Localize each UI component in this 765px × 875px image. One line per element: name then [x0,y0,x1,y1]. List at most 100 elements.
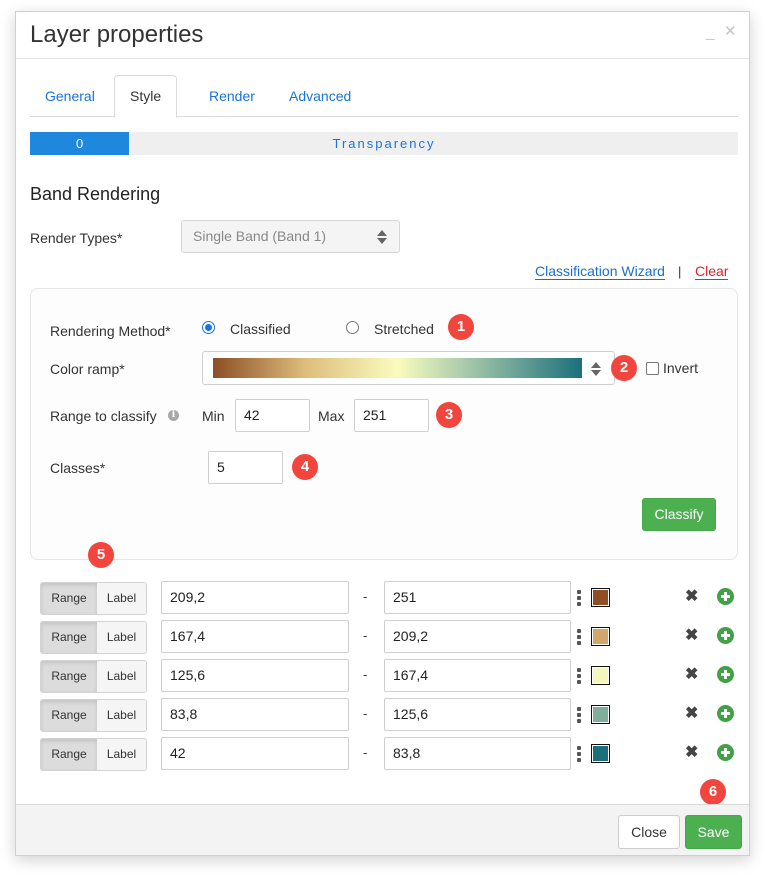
range-label-toggle: Range Label [40,699,147,732]
dialog-title: Layer properties [30,21,204,48]
tab-style[interactable]: Style [114,75,178,118]
classification-wizard-link[interactable]: Classification Wizard [535,263,665,280]
add-icon[interactable] [717,588,734,605]
close-icon[interactable]: ✕ [724,22,737,40]
band-rendering-title: Band Rendering [30,184,161,204]
add-icon[interactable] [717,744,734,761]
drag-handle-icon[interactable] [577,707,581,723]
tab-general[interactable]: General [30,75,110,117]
transparency-slider[interactable]: Transparency 0 [30,132,738,155]
render-types-label: Render Types* [30,230,123,246]
classified-label[interactable]: Classified [230,321,291,337]
dialog-footer: Close Save [16,804,749,855]
dialog-header: Layer properties _ ✕ [16,12,749,59]
classified-radio[interactable] [202,321,215,334]
invert-label[interactable]: Invert [663,360,698,376]
swatch-color [593,590,608,605]
swatch-color [593,629,608,644]
range-from-input[interactable]: 125,6 [161,659,349,692]
add-icon[interactable] [717,705,734,722]
transparency-value[interactable]: 0 [30,132,130,155]
range-label-toggle: Range Label [40,660,147,693]
swatch-color [593,707,608,722]
label-toggle-button[interactable]: Label [97,583,146,614]
color-swatch[interactable] [591,666,610,685]
swatch-color [593,668,608,683]
classes-label: Classes* [50,460,106,476]
delete-icon[interactable]: ✖ [685,744,698,762]
range-from-input[interactable]: 209,2 [161,581,349,614]
min-label: Min [202,408,225,424]
add-icon[interactable] [717,627,734,644]
render-types-select[interactable]: Single Band (Band 1) [181,220,400,253]
stretched-label[interactable]: Stretched [374,321,434,337]
range-to-input[interactable]: 83,8 [384,737,571,770]
stretched-radio[interactable] [346,321,359,334]
label-toggle-button[interactable]: Label [97,622,146,653]
tab-bar: General Style Render Advanced [30,75,738,118]
render-types-value: Single Band (Band 1) [193,228,327,244]
range-toggle-button[interactable]: Range [41,739,97,770]
color-ramp-select[interactable] [202,351,615,385]
step-badge-2: 2 [611,355,637,381]
color-ramp-label: Color ramp* [50,361,125,377]
range-toggle-button[interactable]: Range [41,700,97,731]
invert-checkbox[interactable] [646,362,659,375]
save-button[interactable]: Save [685,815,742,849]
layer-properties-dialog: Layer properties _ ✕ General Style Rende… [15,11,750,856]
add-icon[interactable] [717,666,734,683]
classify-button[interactable]: Classify [642,498,716,531]
classes-input[interactable]: 5 [208,451,283,484]
range-dash: - [363,589,368,604]
range-from-input[interactable]: 83,8 [161,698,349,731]
tab-render[interactable]: Render [194,75,270,117]
drag-handle-icon[interactable] [577,629,581,645]
range-from-input[interactable]: 42 [161,737,349,770]
range-dash: - [363,628,368,643]
delete-icon[interactable]: ✖ [685,627,698,645]
delete-icon[interactable]: ✖ [685,705,698,723]
class-row: Range Label 167,4- 209,2 ✖ [40,620,734,654]
range-to-input[interactable]: 209,2 [384,620,571,653]
drag-handle-icon[interactable] [577,590,581,606]
class-row: Range Label 209,2- 251 ✖ [40,581,734,615]
range-label-toggle: Range Label [40,582,147,615]
select-arrows-icon [591,362,601,376]
range-to-input[interactable]: 125,6 [384,698,571,731]
max-label: Max [318,408,345,424]
range-from-input[interactable]: 167,4 [161,620,349,653]
color-swatch[interactable] [591,744,610,763]
clear-link[interactable]: Clear [695,263,729,280]
range-dash: - [363,745,368,760]
rendering-method-label: Rendering Method* [50,323,171,339]
color-swatch[interactable] [591,705,610,724]
tab-advanced[interactable]: Advanced [274,75,366,117]
min-input[interactable]: 42 [235,399,310,432]
color-swatch[interactable] [591,588,610,607]
swatch-color [593,746,608,761]
class-row: Range Label 83,8- 125,6 ✖ [40,698,734,732]
range-toggle-button[interactable]: Range [41,661,97,692]
range-toggle-button[interactable]: Range [41,583,97,614]
label-toggle-button[interactable]: Label [97,739,146,770]
class-row: Range Label 42- 83,8 ✖ [40,737,734,771]
range-to-input[interactable]: 251 [384,581,571,614]
delete-icon[interactable]: ✖ [685,666,698,684]
range-dash: - [363,706,368,721]
color-swatch[interactable] [591,627,610,646]
drag-handle-icon[interactable] [577,668,581,684]
step-badge-1: 1 [448,314,474,340]
label-toggle-button[interactable]: Label [97,661,146,692]
class-row: Range Label 125,6- 167,4 ✖ [40,659,734,693]
step-badge-6: 6 [700,779,726,805]
max-input[interactable]: 251 [354,399,429,432]
link-separator: | [678,264,682,279]
drag-handle-icon[interactable] [577,746,581,762]
delete-icon[interactable]: ✖ [685,588,698,606]
range-toggle-button[interactable]: Range [41,622,97,653]
close-button[interactable]: Close [618,815,680,849]
minimize-icon[interactable]: _ [706,24,714,41]
info-icon[interactable]: i [168,410,179,421]
range-to-input[interactable]: 167,4 [384,659,571,692]
label-toggle-button[interactable]: Label [97,700,146,731]
